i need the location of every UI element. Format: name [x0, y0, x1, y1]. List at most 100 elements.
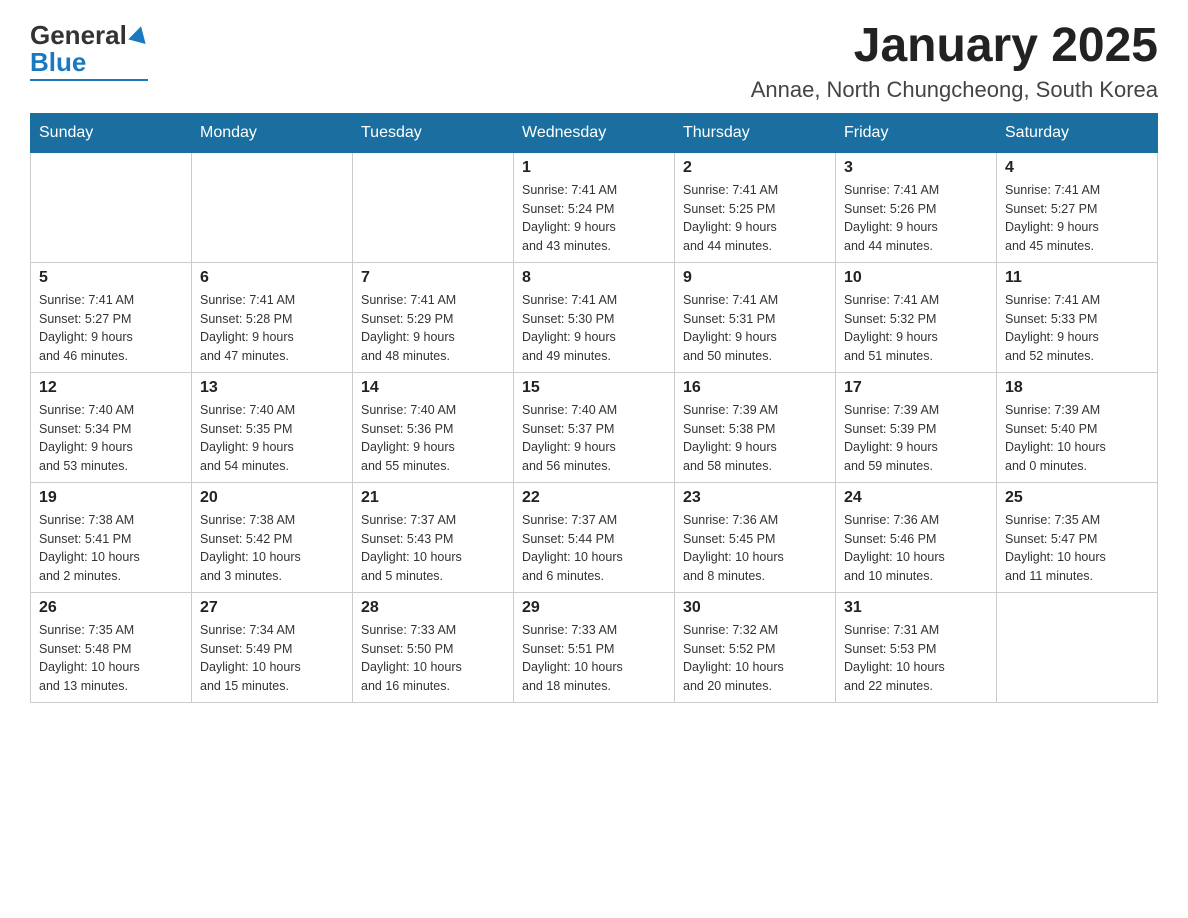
page-title: January 2025 [751, 20, 1158, 73]
day-number: 27 [200, 599, 344, 617]
day-number: 6 [200, 269, 344, 287]
calendar-week-2: 5Sunrise: 7:41 AMSunset: 5:27 PMDaylight… [31, 262, 1158, 372]
calendar-cell [353, 152, 514, 262]
calendar-cell: 6 Sunrise: 7:41 AMSunset: 5:28 PMDaylight… [192, 262, 353, 372]
day-number: 26 [39, 599, 183, 617]
calendar-week-4: 19Sunrise: 7:38 AMSunset: 5:41 PMDayligh… [31, 482, 1158, 592]
calendar-cell: 2Sunrise: 7:41 AMSunset: 5:25 PMDaylight… [675, 152, 836, 262]
calendar-table: SundayMondayTuesdayWednesdayThursdayFrid… [30, 113, 1158, 703]
calendar-cell: 1Sunrise: 7:41 AMSunset: 5:24 PMDaylight… [514, 152, 675, 262]
day-info: Sunrise: 7:40 AMSunset: 5:34 PMDaylight:… [39, 401, 183, 476]
logo-triangle-icon [128, 23, 150, 43]
weekday-header-saturday: Saturday [997, 113, 1158, 152]
calendar-cell: 12 Sunrise: 7:40 AMSunset: 5:34 PMDayligh… [31, 372, 192, 482]
day-number: 29 [522, 599, 666, 617]
day-number: 17 [844, 379, 988, 397]
day-number: 16 [683, 379, 827, 397]
calendar-cell: 20 Sunrise: 7:38 AMSunset: 5:42 PMDayligh… [192, 482, 353, 592]
day-info: Sunrise: 7:40 AMSunset: 5:37 PMDaylight:… [522, 401, 666, 476]
calendar-cell: 7Sunrise: 7:41 AMSunset: 5:29 PMDaylight… [353, 262, 514, 372]
calendar-cell: 16Sunrise: 7:39 AMSunset: 5:38 PMDayligh… [675, 372, 836, 482]
day-number: 11 [1005, 269, 1149, 287]
day-number: 20 [200, 489, 344, 507]
weekday-header-wednesday: Wednesday [514, 113, 675, 152]
calendar-cell: 30 Sunrise: 7:32 AMSunset: 5:52 PMDayligh… [675, 592, 836, 702]
calendar-cell: 24 Sunrise: 7:36 AMSunset: 5:46 PMDayligh… [836, 482, 997, 592]
day-info: Sunrise: 7:31 AMSunset: 5:53 PMDaylight:… [844, 621, 988, 696]
calendar-cell: 23Sunrise: 7:36 AMSunset: 5:45 PMDayligh… [675, 482, 836, 592]
day-info: Sunrise: 7:37 AMSunset: 5:43 PMDaylight:… [361, 511, 505, 586]
calendar-cell: 9 Sunrise: 7:41 AMSunset: 5:31 PMDaylight… [675, 262, 836, 372]
weekday-header-thursday: Thursday [675, 113, 836, 152]
logo-blue-text: Blue [30, 47, 86, 78]
logo-underline [30, 79, 148, 81]
day-info: Sunrise: 7:36 AMSunset: 5:46 PMDaylight:… [844, 511, 988, 586]
day-number: 19 [39, 489, 183, 507]
day-number: 1 [522, 159, 666, 177]
day-info: Sunrise: 7:37 AMSunset: 5:44 PMDaylight:… [522, 511, 666, 586]
day-number: 30 [683, 599, 827, 617]
day-number: 5 [39, 269, 183, 287]
calendar-body: 1Sunrise: 7:41 AMSunset: 5:24 PMDaylight… [31, 152, 1158, 702]
day-info: Sunrise: 7:39 AMSunset: 5:40 PMDaylight:… [1005, 401, 1149, 476]
day-number: 25 [1005, 489, 1149, 507]
day-info: Sunrise: 7:41 AMSunset: 5:27 PMDaylight:… [1005, 181, 1149, 256]
calendar-cell: 18 Sunrise: 7:39 AMSunset: 5:40 PMDayligh… [997, 372, 1158, 482]
day-number: 22 [522, 489, 666, 507]
calendar-cell: 14 Sunrise: 7:40 AMSunset: 5:36 PMDayligh… [353, 372, 514, 482]
calendar-cell: 22 Sunrise: 7:37 AMSunset: 5:44 PMDayligh… [514, 482, 675, 592]
day-number: 8 [522, 269, 666, 287]
day-info: Sunrise: 7:33 AMSunset: 5:50 PMDaylight:… [361, 621, 505, 696]
day-info: Sunrise: 7:33 AMSunset: 5:51 PMDaylight:… [522, 621, 666, 696]
day-info: Sunrise: 7:35 AMSunset: 5:48 PMDaylight:… [39, 621, 183, 696]
calendar-cell: 15 Sunrise: 7:40 AMSunset: 5:37 PMDayligh… [514, 372, 675, 482]
calendar-cell: 13 Sunrise: 7:40 AMSunset: 5:35 PMDayligh… [192, 372, 353, 482]
day-info: Sunrise: 7:41 AMSunset: 5:30 PMDaylight:… [522, 291, 666, 366]
calendar-cell: 19Sunrise: 7:38 AMSunset: 5:41 PMDayligh… [31, 482, 192, 592]
calendar-week-5: 26 Sunrise: 7:35 AMSunset: 5:48 PMDayligh… [31, 592, 1158, 702]
calendar-cell: 4 Sunrise: 7:41 AMSunset: 5:27 PMDaylight… [997, 152, 1158, 262]
weekday-header-row: SundayMondayTuesdayWednesdayThursdayFrid… [31, 113, 1158, 152]
day-number: 9 [683, 269, 827, 287]
calendar-cell: 31 Sunrise: 7:31 AMSunset: 5:53 PMDayligh… [836, 592, 997, 702]
logo: General Blue [30, 20, 148, 81]
day-number: 12 [39, 379, 183, 397]
day-info: Sunrise: 7:39 AMSunset: 5:39 PMDaylight:… [844, 401, 988, 476]
day-info: Sunrise: 7:38 AMSunset: 5:42 PMDaylight:… [200, 511, 344, 586]
day-number: 3 [844, 159, 988, 177]
day-info: Sunrise: 7:41 AMSunset: 5:31 PMDaylight:… [683, 291, 827, 366]
day-number: 24 [844, 489, 988, 507]
calendar-cell: 3 Sunrise: 7:41 AMSunset: 5:26 PMDaylight… [836, 152, 997, 262]
day-number: 14 [361, 379, 505, 397]
calendar-cell: 27Sunrise: 7:34 AMSunset: 5:49 PMDayligh… [192, 592, 353, 702]
calendar-cell: 10 Sunrise: 7:41 AMSunset: 5:32 PMDayligh… [836, 262, 997, 372]
calendar-cell: 21 Sunrise: 7:37 AMSunset: 5:43 PMDayligh… [353, 482, 514, 592]
day-number: 21 [361, 489, 505, 507]
day-info: Sunrise: 7:41 AMSunset: 5:26 PMDaylight:… [844, 181, 988, 256]
calendar-cell: 26 Sunrise: 7:35 AMSunset: 5:48 PMDayligh… [31, 592, 192, 702]
calendar-cell: 8 Sunrise: 7:41 AMSunset: 5:30 PMDaylight… [514, 262, 675, 372]
day-info: Sunrise: 7:35 AMSunset: 5:47 PMDaylight:… [1005, 511, 1149, 586]
day-number: 10 [844, 269, 988, 287]
day-info: Sunrise: 7:41 AMSunset: 5:25 PMDaylight:… [683, 181, 827, 256]
title-block: January 2025 Annae, North Chungcheong, S… [751, 20, 1158, 103]
day-number: 31 [844, 599, 988, 617]
day-number: 18 [1005, 379, 1149, 397]
calendar-header: SundayMondayTuesdayWednesdayThursdayFrid… [31, 113, 1158, 152]
day-info: Sunrise: 7:41 AMSunset: 5:33 PMDaylight:… [1005, 291, 1149, 366]
day-number: 7 [361, 269, 505, 287]
day-info: Sunrise: 7:32 AMSunset: 5:52 PMDaylight:… [683, 621, 827, 696]
day-number: 15 [522, 379, 666, 397]
page-subtitle: Annae, North Chungcheong, South Korea [751, 77, 1158, 103]
calendar-cell: 25 Sunrise: 7:35 AMSunset: 5:47 PMDayligh… [997, 482, 1158, 592]
day-info: Sunrise: 7:41 AMSunset: 5:28 PMDaylight:… [200, 291, 344, 366]
calendar-cell: 29 Sunrise: 7:33 AMSunset: 5:51 PMDayligh… [514, 592, 675, 702]
day-number: 13 [200, 379, 344, 397]
calendar-cell [997, 592, 1158, 702]
calendar-cell: 17 Sunrise: 7:39 AMSunset: 5:39 PMDayligh… [836, 372, 997, 482]
calendar-week-1: 1Sunrise: 7:41 AMSunset: 5:24 PMDaylight… [31, 152, 1158, 262]
day-info: Sunrise: 7:41 AMSunset: 5:32 PMDaylight:… [844, 291, 988, 366]
day-info: Sunrise: 7:40 AMSunset: 5:36 PMDaylight:… [361, 401, 505, 476]
day-number: 4 [1005, 159, 1149, 177]
day-info: Sunrise: 7:40 AMSunset: 5:35 PMDaylight:… [200, 401, 344, 476]
